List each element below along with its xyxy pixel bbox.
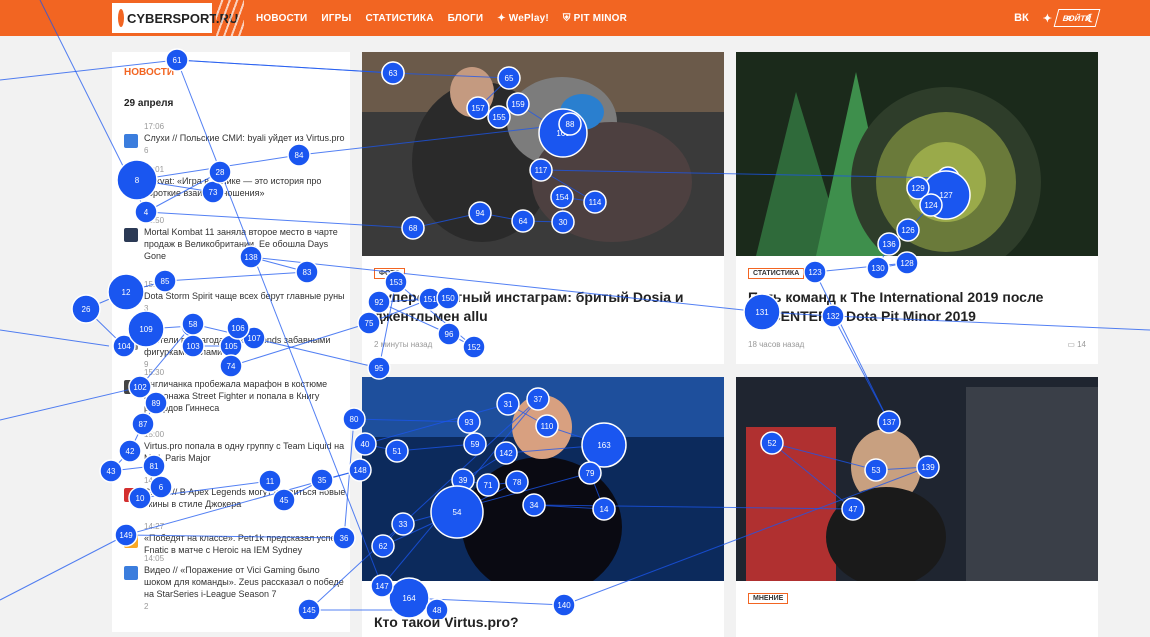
news-game-icon: [124, 177, 138, 191]
comment-count: ▭ 14: [1067, 340, 1086, 349]
article-title[interactable]: Суперсекретный инстаграм: бритый Dosia и…: [374, 288, 714, 326]
gaze-fixation-marker: 26: [71, 294, 101, 324]
news-headline[interactable]: Dekvat: «Игра в облике — это история про…: [124, 175, 346, 199]
news-sidebar: НОВОСТИ 29 апреля 17:06 Слухи // Польские…: [112, 52, 350, 632]
news-game-icon: [124, 292, 138, 306]
login-button[interactable]: ВОЙТИ: [1053, 9, 1101, 27]
news-headline[interactable]: «Победят на классе». Petr1k предсказал у…: [124, 532, 346, 556]
news-headline[interactable]: Mortal Kombat 11 заняла второе место в ч…: [124, 226, 346, 262]
news-time: 15:40: [144, 324, 165, 333]
sidebar-title[interactable]: НОВОСТИ: [124, 67, 174, 78]
news-item[interactable]: 16:01 Dekvat: «Игра в облике — это истори…: [124, 165, 346, 212]
news-game-icon: [124, 380, 138, 394]
news-item[interactable]: 14:05 Видео // «Поражение от Vici Gaming …: [124, 554, 346, 613]
article-title[interactable]: Кто такой Virtus.pro?: [374, 613, 714, 632]
logo-ring-icon: [118, 9, 124, 27]
comment-count-value: 14: [1077, 340, 1086, 349]
article-time: 2 минуты назад: [374, 340, 433, 349]
gaze-fixation-circle: [71, 294, 101, 324]
news-comment-count: 4: [144, 416, 149, 425]
news-time: 14:05: [144, 554, 165, 563]
news-headline[interactable]: Видео // «Поражение от Vici Gaming было …: [124, 564, 346, 600]
news-item[interactable]: 15:50 Mortal Kombat 11 заняла второе мест…: [124, 216, 346, 262]
news-game-icon: [124, 228, 138, 242]
article-card-2[interactable]: СТАТИСТИКА Путь команд к The Internation…: [736, 52, 1098, 364]
article-image-3: [362, 377, 724, 581]
nav-blogs[interactable]: БЛОГИ: [448, 13, 484, 24]
decorative-stripes: [216, 0, 244, 36]
article-card-1[interactable]: ФОТО Суперсекретный инстаграм: бритый Do…: [362, 52, 724, 364]
article-image-4: [736, 377, 1098, 581]
gaze-fixation-label: 95: [375, 364, 384, 373]
vk-icon[interactable]: ВК: [1014, 12, 1029, 24]
news-comment-count: 2: [144, 201, 149, 210]
news-time: 14:45: [144, 476, 165, 485]
news-item[interactable]: 15:40 Зрители поблагодарили Legends забав…: [124, 324, 346, 371]
article-card-3[interactable]: Кто такой Virtus.pro?: [362, 377, 724, 637]
main-nav: НОВОСТИ ИГРЫ СТАТИСТИКА БЛОГИ ✦ WePlay! …: [256, 0, 627, 36]
date-heading: 29 апреля: [124, 98, 174, 109]
news-time: 15:00: [144, 430, 165, 439]
news-comment-count: 48: [144, 466, 153, 475]
news-headline[interactable]: Слухи // Польские СМИ: byali уйдет из Vi…: [124, 132, 346, 144]
article-time: 18 часов назад: [748, 340, 805, 349]
news-game-icon: [124, 134, 138, 148]
news-time: 15:30: [144, 368, 165, 377]
nav-games[interactable]: ИГРЫ: [321, 13, 351, 24]
news-game-icon: [124, 442, 138, 456]
news-time: 16:01: [144, 165, 165, 174]
news-time: 15:45: [144, 280, 165, 289]
site-logo[interactable]: CYBERSPORT.RU: [112, 3, 238, 33]
article-card-4[interactable]: МНЕНИЕ: [736, 377, 1098, 637]
news-game-icon: [124, 336, 138, 350]
nav-news[interactable]: НОВОСТИ: [256, 13, 307, 24]
gaze-path-line: [0, 534, 127, 601]
article-tag[interactable]: ФОТО: [374, 268, 405, 279]
nav-weplay-label: WePlay!: [508, 12, 549, 24]
news-headline[interactable]: Англичанка пробежала марафон в костюме п…: [124, 378, 346, 414]
news-game-icon: [124, 566, 138, 580]
nav-pit-minor[interactable]: ⛨ PIT MINOR: [563, 13, 627, 24]
gaze-fixation-label: 80: [350, 415, 359, 424]
news-time: 15:50: [144, 216, 165, 225]
article-image-1: [362, 52, 724, 256]
news-headline[interactable]: Dota Storm Spirit чаще всех берут главны…: [124, 290, 346, 302]
news-time: 14:27: [144, 522, 165, 531]
nav-weplay[interactable]: ✦ WePlay!: [497, 13, 549, 24]
news-item[interactable]: 17:06 Слухи // Польские СМИ: byali уйдет …: [124, 122, 346, 157]
article-tag[interactable]: СТАТИСТИКА: [748, 268, 805, 279]
news-item[interactable]: 15:30 Англичанка пробежала марафон в кост…: [124, 368, 346, 427]
nav-pit-label: PIT MINOR: [573, 12, 628, 24]
news-headline[interactable]: Virtus.pro попала в одну группу с Team L…: [124, 440, 346, 464]
news-game-icon: [124, 534, 138, 548]
twitter-icon[interactable]: ✦: [1043, 12, 1052, 25]
news-headline[interactable]: Слухи // В Apex Legends могут появиться …: [124, 486, 346, 510]
news-game-icon: [124, 488, 138, 502]
news-time: 17:06: [144, 122, 165, 131]
nav-stats[interactable]: СТАТИСТИКА: [366, 13, 434, 24]
top-navigation-bar: CYBERSPORT.RU НОВОСТИ ИГРЫ СТАТИСТИКА БЛ…: [0, 0, 1150, 36]
article-title[interactable]: Путь команд к The International 2019 пос…: [748, 288, 1088, 326]
news-item[interactable]: 14:45 Слухи // В Apex Legends могут появи…: [124, 476, 346, 510]
news-comment-count: 2: [144, 602, 149, 611]
news-item[interactable]: 15:45 Dota Storm Spirit чаще всех берут г…: [124, 280, 346, 315]
news-headline[interactable]: Зрители поблагодарили Legends забавными …: [124, 334, 346, 358]
news-item[interactable]: 15:00 Virtus.pro попала в одну группу с T…: [124, 430, 346, 477]
article-tag[interactable]: МНЕНИЕ: [748, 593, 789, 604]
gaze-path-line: [0, 329, 110, 347]
gaze-fixation-label: 26: [82, 305, 91, 314]
article-image-2: [736, 52, 1098, 256]
news-item[interactable]: 14:27 «Победят на классе». Petr1k предска…: [124, 522, 346, 556]
